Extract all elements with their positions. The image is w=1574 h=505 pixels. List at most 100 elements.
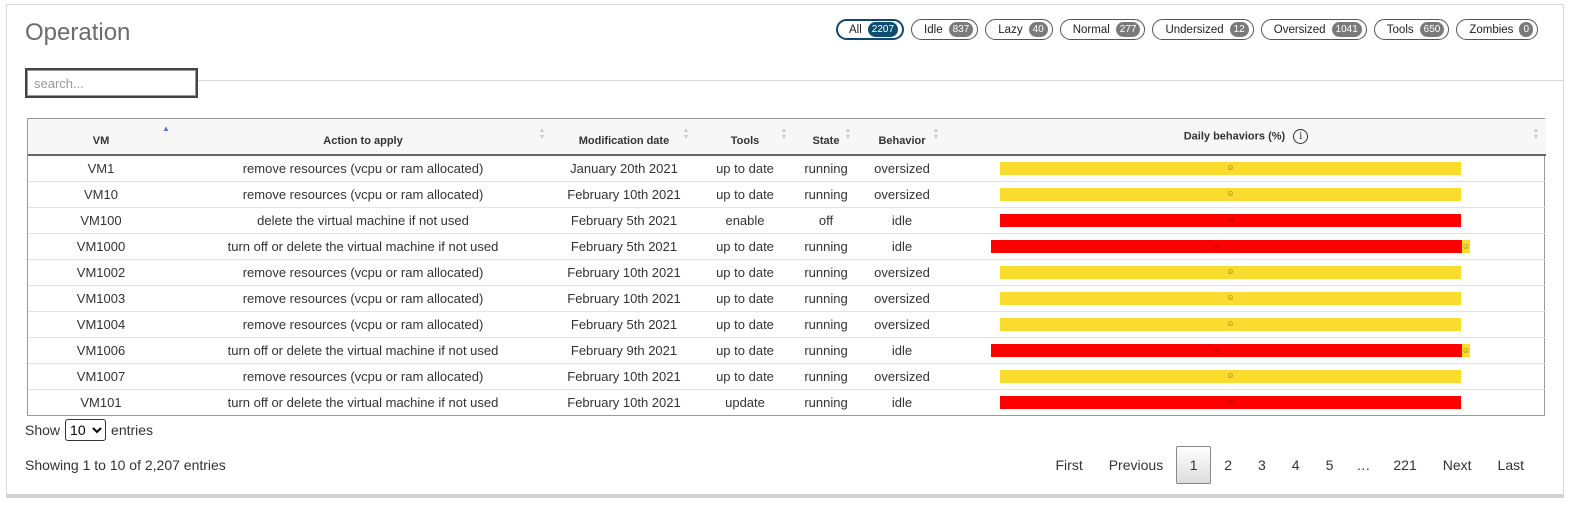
pagination-page[interactable]: 5 [1313,446,1347,484]
pagination-previous[interactable]: Previous [1096,446,1176,484]
daily-behavior-cell: ☺ [946,388,1546,415]
column-header-state[interactable]: State ▲ ▼ [794,119,858,156]
behavior-bar-red[interactable]: ☺ [1000,395,1461,409]
pagination-ellipsis: … [1356,457,1371,473]
tools-cell: up to date [696,232,794,259]
table-row[interactable]: VM1004 remove resources (vcpu or ram allo… [28,310,1546,337]
column-header-modification-date[interactable]: Modification date ▲ ▼ [552,119,696,156]
modification-date-cell: February 5th 2021 [552,310,696,337]
modification-date-cell: February 5th 2021 [552,206,696,233]
filter-pill-normal[interactable]: Normal 277 [1059,19,1146,40]
filter-count-badge: 0 [1519,22,1533,37]
column-header-label: State [812,134,840,147]
behavior-bar-yellow[interactable]: ☺ [1000,162,1461,175]
behavior-bar-red[interactable]: ☺ [991,239,1462,253]
behavior-face-icon: ☺ [1226,396,1235,406]
behavior-cell: idle [858,388,946,415]
behavior-face-icon: ☺ [1226,318,1235,328]
sort-icon: ▲ ▼ [844,127,852,141]
column-header-tools[interactable]: Tools ▲ ▼ [696,119,794,156]
table-row[interactable]: VM10 remove resources (vcpu or ram alloca… [28,180,1546,207]
table-row[interactable]: VM1006 turn off or delete the virtual mac… [28,336,1546,363]
behavior-face-icon: ☺ [1212,344,1222,354]
info-icon[interactable]: i [1293,129,1309,144]
column-header-label: Behavior [878,134,926,147]
behavior-bar-yellow-segment[interactable]: ☺ [1461,343,1471,357]
filter-pill-undersized[interactable]: Undersized 12 [1152,19,1254,40]
column-header-action[interactable]: Action to apply ▲ ▼ [174,119,552,156]
search-input[interactable] [25,68,198,98]
filter-count-badge: 650 [1419,22,1445,37]
table-row[interactable]: VM1002 remove resources (vcpu or ram allo… [28,258,1546,285]
pagination-page[interactable]: 3 [1245,446,1279,484]
behavior-bar-yellow[interactable]: ☺ [1000,187,1461,201]
filter-pill-oversized[interactable]: Oversized 1041 [1260,19,1367,40]
table-row[interactable]: VM101 turn off or delete the virtual mach… [28,388,1546,415]
daily-behavior-cell: ☺ [946,180,1546,207]
filter-pill-label: Lazy [998,23,1023,36]
table-header-row: VM ▲ Action to apply ▲ ▼ Modification dat… [28,119,1546,156]
tools-cell: up to date [716,160,774,176]
behavior-bar-yellow-segment[interactable]: ☺ [1462,239,1470,253]
table-row[interactable]: VM100 delete the virtual machine if not u… [28,206,1546,233]
pagination-page-current[interactable]: 1 [1176,446,1212,484]
pagination-page-last-number[interactable]: 221 [1380,446,1429,484]
filter-count-badge: 2207 [867,22,899,37]
pagination-first[interactable]: First [1043,446,1096,484]
filter-count-badge: 40 [1028,22,1048,37]
filter-pill-all[interactable]: All 2207 [836,19,905,40]
filter-pills: All 2207 Idle 837 Lazy 40 Normal 277 Undersized 1… [836,19,1538,40]
filter-pill-idle[interactable]: Idle 837 [911,19,979,40]
column-header-daily-behaviors[interactable]: Daily behaviors (%) i ▲ ▼ [946,119,1546,156]
modification-date-cell: February 5th 2021 [552,232,696,259]
behavior-face-icon: ☺ [1226,188,1235,198]
table-row[interactable]: VM1 remove resources (vcpu or ram allocat… [28,155,1546,181]
pagination-next[interactable]: Next [1430,446,1485,484]
filter-pill-label: Zombies [1469,23,1514,36]
pagination-page[interactable]: 2 [1211,446,1245,484]
table-row[interactable]: VM1003 remove resources (vcpu or ram allo… [28,284,1546,311]
behavior-face-icon: ☺ [1461,345,1471,355]
entries-per-page-select[interactable]: 10 [65,419,107,441]
vm-cell: VM1004 [28,310,174,337]
daily-behavior-cell: ☺ [946,155,1546,181]
behavior-bar-yellow[interactable]: ☺ [1000,291,1461,305]
sort-ascending-icon: ▲ [162,124,170,133]
behavior-bar-yellow[interactable]: ☺ [1000,369,1461,383]
pagination: First Previous 1 2 3 4 5 … 221 Next Last [1043,446,1538,484]
tools-cell: up to date [696,336,794,363]
vm-cell: VM1003 [28,284,174,311]
filter-pill-lazy[interactable]: Lazy 40 [985,19,1053,40]
pagination-last[interactable]: Last [1485,446,1537,484]
behavior-bar-yellow[interactable]: ☺ [1000,265,1461,279]
state-cell: running [794,232,858,259]
filter-pill-tools[interactable]: Tools 650 [1373,19,1450,40]
behavior-bar-yellow[interactable]: ☺ [1000,317,1461,331]
operation-panel: Operation All 2207 Idle 837 Lazy 40 Normal 277 U… [6,4,1564,498]
vm-cell: VM100 [28,206,174,233]
action-cell: remove resources (vcpu or ram allocated) [174,362,552,389]
column-header-behavior[interactable]: Behavior ▲ ▼ [858,119,946,156]
pagination-page[interactable]: 4 [1279,446,1313,484]
filter-pill-label: Normal [1072,23,1110,36]
behavior-cell: oversized [874,160,930,176]
state-cell: running [794,388,858,415]
filter-pill-label: Oversized [1273,23,1326,36]
vm-cell: VM1002 [28,258,174,285]
column-header-vm[interactable]: VM ▲ [28,119,174,156]
filter-pill-label: All [849,23,862,36]
state-cell: running [794,336,858,363]
behavior-bar-red[interactable]: ☺ [1000,213,1461,227]
table-row[interactable]: VM1000 turn off or delete the virtual mac… [28,232,1546,259]
vm-table: VM ▲ Action to apply ▲ ▼ Modification dat… [28,119,1546,415]
daily-behavior-cell: ☺ ☺ [946,232,1546,259]
behavior-bar-red[interactable]: ☺ [991,343,1462,357]
modification-date-cell: January 20th 2021 [570,160,678,176]
column-header-label: VM [92,134,110,147]
behavior-cell: oversized [858,180,946,207]
filter-pill-zombies[interactable]: Zombies 0 [1456,19,1538,40]
behavior-cell: idle [858,336,946,363]
action-cell: turn off or delete the virtual machine i… [174,232,552,259]
modification-date-cell: February 9th 2021 [552,336,696,363]
table-row[interactable]: VM1007 remove resources (vcpu or ram allo… [28,362,1546,389]
